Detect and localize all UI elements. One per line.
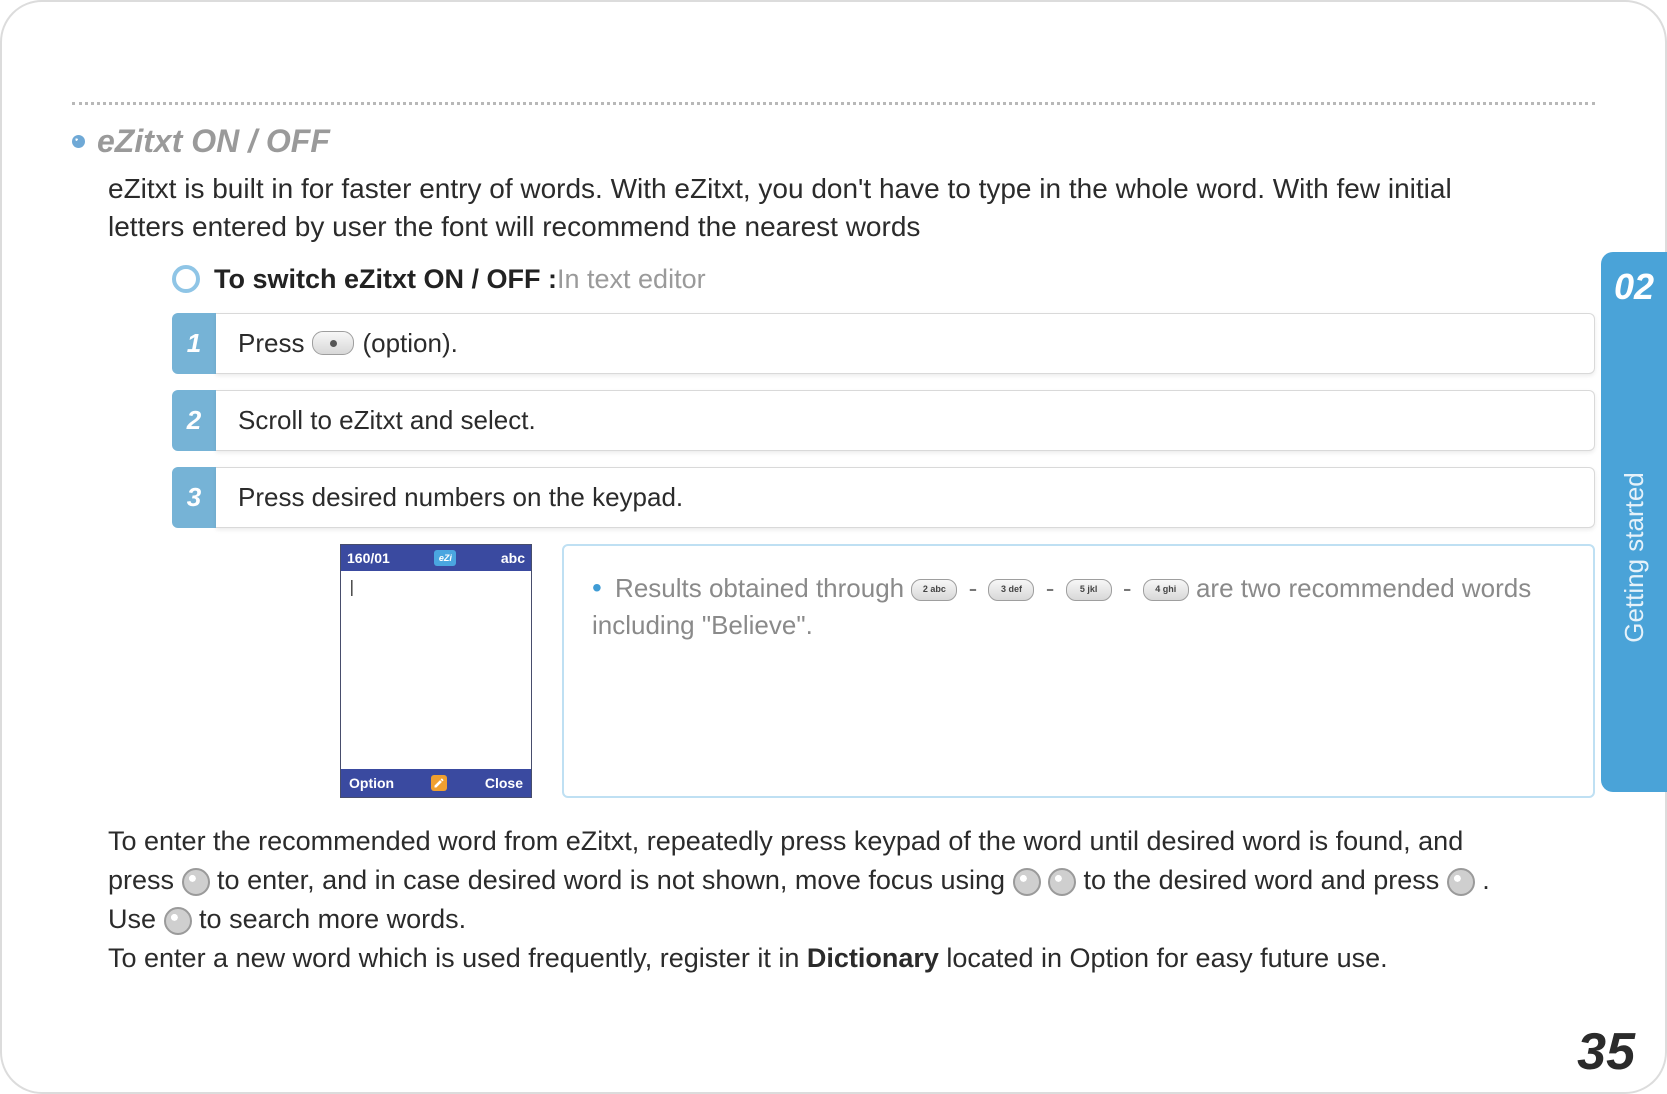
phone-soft-left: Option: [349, 775, 394, 791]
phone-screen: |: [341, 571, 531, 769]
p2b: to search more words.: [199, 904, 466, 934]
phone-status-bar: 160/01 eZi abc: [341, 545, 531, 571]
step-body: Press (option).: [216, 313, 1595, 374]
ezi-badge-icon: eZi: [434, 550, 456, 566]
demo-row: 160/01 eZi abc | Option Close: [340, 544, 1595, 798]
chapter-label: Getting started: [1619, 472, 1650, 643]
paragraph-block: To enter the recommended word from eZitx…: [108, 822, 1508, 979]
key-5-icon: 5 jkl: [1066, 579, 1112, 601]
key-2-icon: 2 abc: [911, 579, 957, 601]
dpad-center-icon: [164, 907, 192, 935]
steps-list: 1 Press (option). 2 Scroll to eZitxt and…: [172, 313, 1595, 798]
manual-page: eZitxt ON / OFF eZitxt is built in for f…: [0, 0, 1667, 1094]
phone-cursor: |: [347, 577, 357, 596]
dpad-right-icon: [1048, 868, 1076, 896]
step-1-after: (option).: [362, 328, 457, 359]
dotted-rule: [72, 102, 1595, 105]
note-box: • Results obtained through 2 abc - 3 def…: [562, 544, 1595, 798]
step-body: Scroll to eZitxt and select.: [216, 390, 1595, 451]
p3a: To enter a new word which is used freque…: [108, 943, 807, 973]
p3-bold: Dictionary: [807, 943, 939, 973]
lead-bold: To switch eZitxt ON / OFF :: [214, 264, 557, 295]
step-number: 3: [172, 467, 216, 528]
key-sep: -: [1046, 573, 1062, 603]
chapter-number: 02: [1601, 252, 1667, 322]
step-1-before: Press: [238, 328, 304, 359]
step-number: 1: [172, 313, 216, 374]
p1d: .: [1482, 865, 1490, 895]
key-3-icon: 3 def: [988, 579, 1034, 601]
p3b: located in Option for easy future use.: [946, 943, 1387, 973]
note-bullet-icon: •: [592, 572, 602, 603]
phone-mockup: 160/01 eZi abc | Option Close: [340, 544, 532, 798]
lead-row: To switch eZitxt ON / OFF : In text edit…: [172, 264, 1595, 295]
section-title: eZitxt ON / OFF: [97, 123, 330, 160]
phone-mode-group: eZi: [434, 550, 456, 566]
side-tab: 02 Getting started: [1601, 252, 1667, 792]
page-number: 35: [1577, 1022, 1635, 1082]
chapter-label-box: Getting started: [1601, 322, 1667, 792]
lead-gray: In text editor: [557, 264, 706, 295]
step-1: 1 Press (option).: [172, 313, 1595, 374]
pencil-icon: [431, 775, 447, 791]
phone-counter: 160/01: [347, 550, 390, 566]
dpad-left-icon: [1013, 868, 1041, 896]
step-body: Press desired numbers on the keypad.: [216, 467, 1595, 528]
section-header: eZitxt ON / OFF: [72, 123, 1595, 160]
key-sep: -: [1123, 573, 1139, 603]
key-4-icon: 4 ghi: [1143, 579, 1189, 601]
option-key-icon: [312, 331, 354, 355]
key-sep: -: [969, 573, 985, 603]
p2a: Use: [108, 904, 164, 934]
step-3: 3 Press desired numbers on the keypad.: [172, 467, 1595, 528]
note-before: Results obtained through: [615, 573, 911, 603]
step-2: 2 Scroll to eZitxt and select.: [172, 390, 1595, 451]
intro-text: eZitxt is built in for faster entry of w…: [108, 170, 1488, 246]
dpad-center-icon: [1447, 868, 1475, 896]
phone-softkeys: Option Close: [341, 769, 531, 797]
bullet-icon: [72, 135, 85, 148]
p1c: to the desired word and press: [1084, 865, 1447, 895]
step-number: 2: [172, 390, 216, 451]
phone-mode: abc: [501, 550, 525, 566]
dpad-center-icon: [182, 868, 210, 896]
ring-icon: [172, 265, 200, 293]
p1b: to enter, and in case desired word is no…: [217, 865, 1012, 895]
phone-soft-right: Close: [485, 775, 523, 791]
